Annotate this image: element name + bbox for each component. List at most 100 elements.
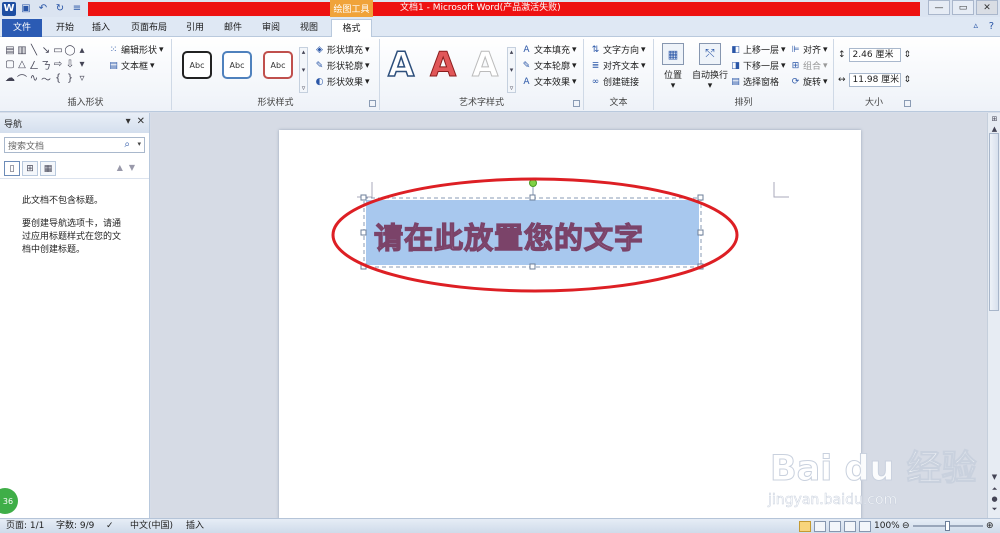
width-spinner[interactable]: ⇕ bbox=[904, 75, 912, 85]
tab-home[interactable]: 开始 bbox=[46, 19, 84, 37]
tab-references[interactable]: 引用 bbox=[178, 19, 212, 37]
previous-page-icon[interactable]: ⏶ bbox=[988, 485, 1000, 494]
zoom-level[interactable]: 100% bbox=[874, 520, 900, 533]
text-effects-button[interactable]: A 文本效果 ▾ bbox=[521, 75, 576, 89]
create-link-button[interactable]: ∞ 创建链接 bbox=[590, 75, 639, 89]
minimize-button[interactable]: — bbox=[928, 0, 950, 15]
wave-shape-icon[interactable]: 〜 bbox=[40, 71, 52, 86]
page-count[interactable]: 页面: 1/1 bbox=[6, 520, 44, 533]
browse-object-icon[interactable]: ● bbox=[988, 495, 1000, 503]
shape-gallery[interactable]: ▤ ▥ ╲ ↘ ▭ ◯ ▴ ▢ △ ㄥ ㄋ ⇨ ⇩ ▾ ☁ ⌒ ∿ 〜 { } … bbox=[4, 43, 100, 86]
nav-options-icon[interactable]: ▾ bbox=[126, 116, 131, 127]
search-document-input[interactable]: 搜索文档 ⌕ ▾ bbox=[4, 137, 145, 153]
wordart-style-1[interactable]: A bbox=[387, 44, 415, 86]
curve-shape-icon[interactable]: ⌒ bbox=[16, 71, 28, 86]
tab-format[interactable]: 格式 bbox=[331, 19, 372, 37]
wordart-gallery-scroll[interactable]: ▴ ▾ ▿ bbox=[507, 47, 516, 93]
nav-close-icon[interactable]: ✕ bbox=[137, 116, 145, 127]
maximize-button[interactable]: ▭ bbox=[952, 0, 974, 15]
shape-style-preset-2[interactable]: Abc bbox=[222, 51, 252, 79]
scroll-thumb[interactable] bbox=[989, 133, 999, 311]
align-button[interactable]: ⊫ 对齐 ▾ bbox=[790, 43, 828, 57]
right-arrow-shape-icon[interactable]: ⇨ bbox=[52, 57, 64, 71]
tab-mailings[interactable]: 邮件 bbox=[216, 19, 250, 37]
cloud-shape-icon[interactable]: ☁ bbox=[4, 71, 16, 85]
rounded-rect-shape-icon[interactable]: ▢ bbox=[4, 57, 16, 71]
tab-page-layout[interactable]: 页面布局 bbox=[124, 19, 174, 37]
shape-fill-button[interactable]: ◈ 形状填充 ▾ bbox=[314, 43, 370, 57]
freeform-shape-icon[interactable]: ∿ bbox=[28, 71, 40, 85]
height-spinner[interactable]: ⇕ bbox=[904, 50, 912, 60]
triangle-shape-icon[interactable]: △ bbox=[16, 57, 28, 71]
elbow-shape-icon[interactable]: ㄋ bbox=[40, 57, 52, 72]
tab-view[interactable]: 视图 bbox=[292, 19, 326, 37]
pages-view-icon[interactable]: ⊞ bbox=[22, 161, 38, 176]
word-count[interactable]: 字数: 9/9 bbox=[56, 520, 94, 533]
down-arrow-shape-icon[interactable]: ⇩ bbox=[64, 57, 76, 71]
wordart-style-2[interactable]: A bbox=[429, 45, 456, 86]
full-screen-reading-view-icon[interactable] bbox=[814, 521, 826, 532]
print-layout-view-icon[interactable] bbox=[799, 521, 811, 532]
selection-pane-button[interactable]: ▤ 选择窗格 bbox=[730, 75, 779, 89]
shape-outline-button[interactable]: ✎ 形状轮廓 ▾ bbox=[314, 59, 370, 73]
connector-shape-icon[interactable]: ㄥ bbox=[28, 57, 40, 72]
send-backward-button[interactable]: ◨ 下移一层 ▾ bbox=[730, 59, 785, 73]
rotate-button[interactable]: ⟳ 旋转 ▾ bbox=[790, 75, 828, 89]
brace-left-shape-icon[interactable]: { bbox=[52, 71, 64, 85]
position-button[interactable]: ▦ 位置 ▾ bbox=[656, 43, 690, 91]
align-text-button[interactable]: ≣ 对齐文本 ▾ bbox=[590, 59, 646, 73]
close-button[interactable]: ✕ bbox=[976, 0, 998, 15]
word-logo-icon[interactable]: W bbox=[2, 1, 16, 16]
dialog-launcher-icon[interactable] bbox=[573, 100, 580, 107]
web-layout-view-icon[interactable] bbox=[829, 521, 841, 532]
headings-view-icon[interactable]: ▯ bbox=[4, 161, 20, 176]
minimize-ribbon-icon[interactable]: ▵ bbox=[973, 21, 978, 31]
search-options-icon[interactable]: ▾ bbox=[137, 140, 141, 148]
arrow-line-shape-icon[interactable]: ↘ bbox=[40, 43, 52, 57]
edit-shape-button[interactable]: ⁙ 编辑形状 ▾ bbox=[108, 43, 164, 57]
bring-forward-button[interactable]: ◧ 上移一层 ▾ bbox=[730, 43, 785, 57]
dialog-launcher-icon[interactable] bbox=[904, 100, 911, 107]
zoom-slider-knob[interactable] bbox=[945, 521, 950, 531]
zoom-in-icon[interactable]: ⊕ bbox=[986, 520, 994, 533]
language-indicator[interactable]: 中文(中国) bbox=[130, 520, 173, 533]
shape-effects-button[interactable]: ◐ 形状效果 ▾ bbox=[314, 75, 370, 89]
group-objects-button[interactable]: ⊞ 组合 ▾ bbox=[790, 59, 828, 73]
tab-file[interactable]: 文件 bbox=[2, 19, 42, 37]
save-icon[interactable]: ▣ bbox=[19, 2, 33, 16]
textbox-shape-icon[interactable]: ▤ bbox=[4, 43, 16, 57]
line-shape-icon[interactable]: ╲ bbox=[28, 43, 40, 57]
next-page-icon[interactable]: ⏷ bbox=[988, 505, 1000, 514]
scroll-down-icon[interactable]: ▾ bbox=[76, 57, 88, 71]
shape-style-preset-3[interactable]: Abc bbox=[263, 51, 293, 79]
vertical-scrollbar[interactable]: ⊞ ▲ ▼ ⏶ ● ⏷ bbox=[987, 113, 1000, 518]
redo-icon[interactable]: ↻ bbox=[53, 2, 67, 16]
brace-right-shape-icon[interactable]: } bbox=[64, 71, 76, 85]
text-outline-button[interactable]: ✎ 文本轮廓 ▾ bbox=[521, 59, 577, 73]
zoom-out-icon[interactable]: ⊖ bbox=[902, 520, 910, 533]
draft-view-icon[interactable] bbox=[859, 521, 871, 532]
shape-style-gallery-scroll[interactable]: ▴ ▾ ▿ bbox=[299, 47, 308, 93]
tab-insert[interactable]: 插入 bbox=[84, 19, 118, 37]
text-box-button[interactable]: ▤ 文本框 ▾ bbox=[108, 59, 154, 73]
scroll-up-arrow[interactable]: ▲ bbox=[988, 125, 1000, 133]
proofing-icon[interactable]: ✓ bbox=[106, 520, 114, 533]
text-fill-button[interactable]: A 文本填充 ▾ bbox=[521, 43, 576, 57]
rectangle-shape-icon[interactable]: ▭ bbox=[52, 43, 64, 57]
undo-icon[interactable]: ↶ bbox=[36, 2, 50, 16]
height-input[interactable]: 2.46 厘米 bbox=[848, 48, 901, 62]
shape-style-preset-1[interactable]: Abc bbox=[182, 51, 212, 79]
ruler-toggle-icon[interactable]: ⊞ bbox=[988, 115, 1000, 123]
vertical-textbox-shape-icon[interactable]: ▥ bbox=[16, 43, 28, 57]
nav-prev-next-icon[interactable]: ▲▼ bbox=[117, 163, 141, 172]
wrap-text-button[interactable]: ⤲ 自动换行 ▾ bbox=[690, 43, 730, 91]
dialog-launcher-icon[interactable] bbox=[369, 100, 376, 107]
help-icon[interactable]: ? bbox=[989, 21, 994, 32]
customize-icon[interactable]: ≡ bbox=[70, 2, 84, 16]
insert-mode-indicator[interactable]: 插入 bbox=[186, 520, 204, 533]
outline-view-icon[interactable] bbox=[844, 521, 856, 532]
scroll-up-icon[interactable]: ▴ bbox=[76, 43, 88, 57]
search-icon[interactable]: ⌕ bbox=[124, 139, 130, 150]
width-input[interactable]: 11.98 厘米 bbox=[848, 73, 901, 87]
text-direction-button[interactable]: ⇅ 文字方向 ▾ bbox=[590, 43, 646, 57]
